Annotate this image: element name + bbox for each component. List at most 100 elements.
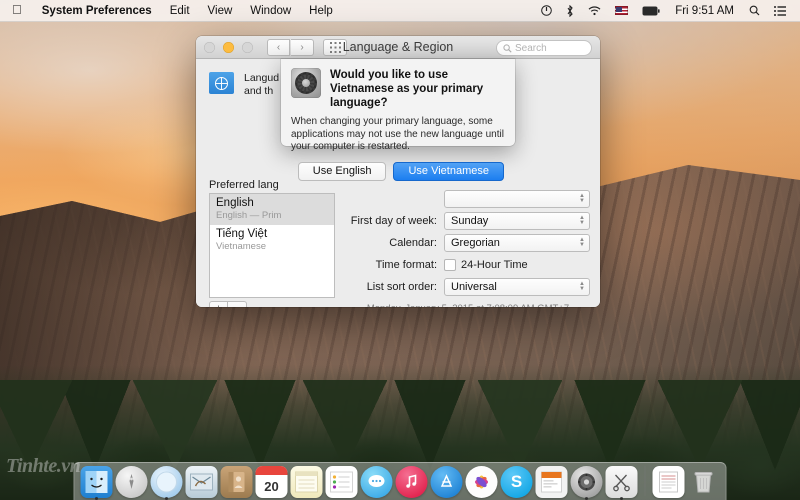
traffic-lights [196,41,253,53]
close-button[interactable] [204,41,215,53]
preferred-languages-label: Preferred lang [209,179,279,191]
system-preferences-window: ‹ › Language & Region Search Langu d dia… [196,36,600,307]
battery-icon[interactable] [635,0,667,22]
system-preferences-icon [570,466,603,498]
sheet-title: Would you like to use Vietnamese as your… [330,69,484,109]
sort-order-label: List sort order: [366,281,437,293]
language-name: Tiếng Việt [216,228,268,240]
notes-icon [290,466,323,498]
format-preview: Monday, January 5, 2015 at 7:08:09 AM GM… [346,303,590,307]
apple-menu-icon[interactable]:  [0,0,33,22]
use-english-button[interactable]: Use English [297,161,387,181]
navigation-buttons: ‹ › [267,38,314,56]
dock-item-trash[interactable] [688,466,720,498]
form-row-sort-order: List sort order: Universal ▲ ▼ [346,277,590,297]
dock-item-app-store[interactable] [430,466,463,498]
form-row-first-day: First day of week: Sunday ▲ ▼ [346,211,590,231]
intro-line1: Langu [244,72,274,84]
dock-item-finder[interactable] [80,466,113,500]
safari-icon [150,466,183,498]
menu-item-help[interactable]: Help [300,0,342,22]
show-all-grid-icon[interactable] [323,38,347,56]
menu-bar:  System Preferences Edit View Window He… [0,0,800,22]
first-day-popup[interactable]: Sunday ▲ ▼ [444,212,590,230]
dock-item-launchpad[interactable] [115,466,148,498]
preview-line-1: Monday, January 5, 2015 at 7:08:09 AM GM… [346,303,590,307]
dock-item-mail[interactable] [185,466,218,498]
window-titlebar: ‹ › Language & Region Search [196,36,600,59]
form-row-time-format: Time format: 24-Hour Time [346,255,590,275]
calendar-icon: 20 [255,466,288,498]
reminders-icon [325,466,358,498]
first-day-value: Sunday [451,215,489,227]
forward-button[interactable]: › [291,38,314,56]
sheet-message: When changing your primary language, som… [291,116,504,152]
un-flag-icon [209,72,234,94]
dock-item-photos[interactable] [465,466,498,498]
wifi-icon[interactable] [581,0,608,22]
dock-item-system-preferences[interactable] [570,466,603,500]
menu-item-system-preferences[interactable]: System Preferences [33,0,161,22]
notification-center-icon[interactable] [767,0,793,22]
app-store-icon [430,466,463,498]
menu-item-edit[interactable]: Edit [161,0,199,22]
dock-item-snipping-tool[interactable] [605,466,638,500]
time-format-checkbox-row[interactable]: 24-Hour Time [444,259,590,271]
language-name: English [216,197,254,209]
remove-language-button[interactable]: − [228,301,247,307]
chevron-updown-icon: ▲ ▼ [579,281,585,292]
sheet-header: Would you like to use Vietnamese as your… [291,68,504,110]
calendar-value: Gregorian [451,237,500,249]
add-language-button[interactable]: + [209,301,228,307]
chevron-updown-icon: ▲ ▼ [579,193,585,204]
calendar-popup[interactable]: Gregorian ▲ ▼ [444,234,590,252]
back-button[interactable]: ‹ [267,38,290,56]
region-form: ▲ ▼ First day of week: Sunday ▲ ▼ Calendar… [346,189,590,307]
menu-bar-clock[interactable]: Fri 9:51 AM [667,5,742,17]
region-popup[interactable]: ▲ ▼ [444,190,590,208]
control-center-icon[interactable] [534,0,559,22]
dock-item-documents-stack[interactable] [652,466,685,498]
dock-item-notes[interactable] [290,466,323,498]
launchpad-icon [115,466,148,498]
24-hour-time-checkbox[interactable] [444,259,456,271]
menu-item-window[interactable]: Window [241,0,300,22]
skype-icon: S [500,466,533,498]
dock-item-messages[interactable] [360,466,393,498]
dock-item-itunes[interactable] [395,466,428,498]
mail-icon [185,466,218,498]
chevron-updown-icon: ▲ ▼ [579,215,585,226]
calendar-day-number: 20 [264,479,279,494]
preferred-languages-list[interactable]: English English — Prim Tiếng Việt Vietna… [209,193,335,298]
dock-item-safari[interactable] [150,466,183,500]
minimize-button[interactable] [223,41,234,53]
dock-item-reminders[interactable] [325,466,358,498]
bluetooth-icon[interactable] [559,0,581,22]
list-item[interactable]: Tiếng Việt Vietnamese [210,225,334,256]
search-input[interactable]: Search [496,40,592,56]
form-row-region: ▲ ▼ [346,189,590,209]
spotlight-search-icon[interactable] [742,0,767,22]
dock-item-calendar[interactable]: 20 [255,466,288,498]
dock-item-powerpoint[interactable] [535,466,568,498]
snipping-tool-icon [605,466,638,498]
wallpaper-treetops [0,380,800,470]
watermark: Tinhte.vn [6,455,81,477]
contacts-icon [220,466,253,498]
powerpoint-icon [535,466,568,498]
us-flag-input-icon[interactable] [608,0,635,22]
list-item[interactable]: English English — Prim [210,194,334,225]
sort-order-value: Universal [451,281,497,293]
primary-language-sheet: Would you like to use Vietnamese as your… [281,59,515,181]
dock: 20 S [73,462,727,500]
sort-order-popup[interactable]: Universal ▲ ▼ [444,278,590,296]
dock-item-skype[interactable]: S [500,466,533,498]
menu-item-view[interactable]: View [199,0,242,22]
list-tools: + − [209,301,247,307]
dock-item-contacts[interactable] [220,466,253,498]
documents-stack-icon [652,466,685,498]
zoom-button[interactable] [242,41,253,53]
use-vietnamese-button[interactable]: Use Vietnamese [393,161,504,181]
24-hour-time-label: 24-Hour Time [461,259,528,271]
dock-divider [644,466,646,496]
